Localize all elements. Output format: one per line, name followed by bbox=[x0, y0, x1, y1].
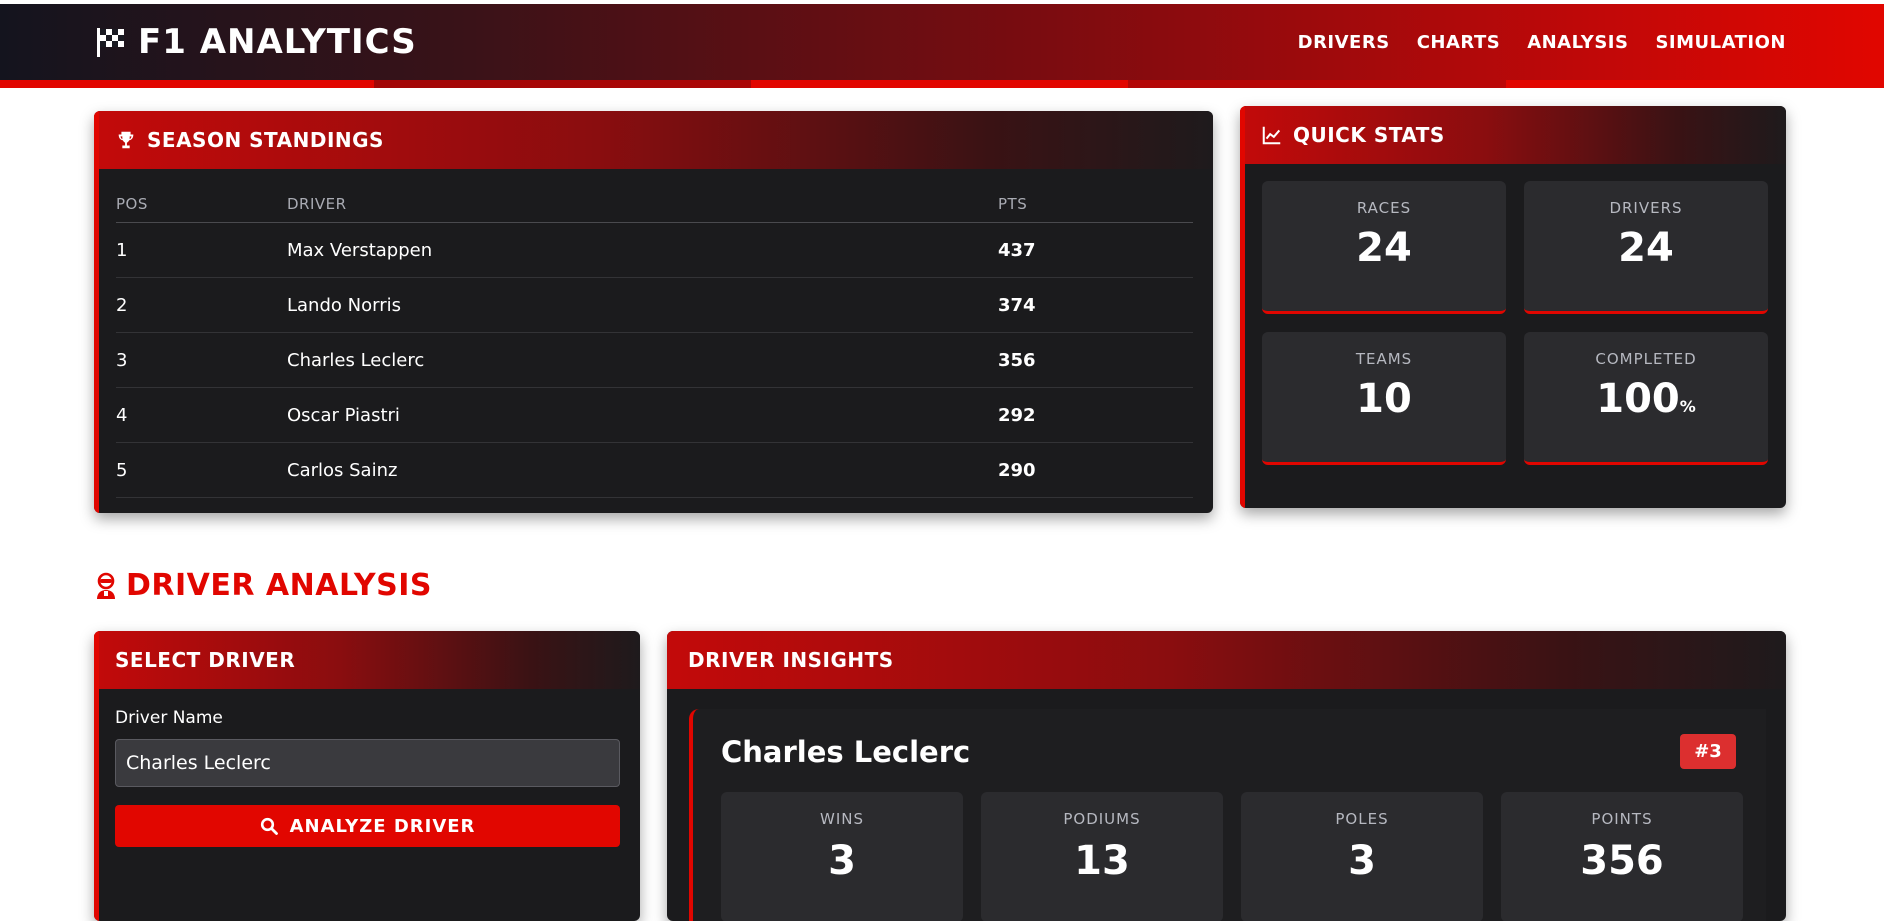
row-driver: Max Verstappen bbox=[287, 239, 433, 261]
row-pos: 1 bbox=[116, 239, 128, 261]
row-driver: Charles Leclerc bbox=[287, 349, 425, 371]
stat-label: POLES bbox=[1335, 810, 1389, 828]
driver-insights-title: DRIVER INSIGHTS bbox=[688, 648, 894, 672]
nav-link-drivers[interactable]: DRIVERS bbox=[1298, 32, 1390, 53]
stat-value: 24 bbox=[1356, 225, 1412, 271]
table-row[interactable]: 2 Lando Norris 374 bbox=[116, 278, 1193, 333]
stat-value: 3 bbox=[1348, 838, 1376, 884]
driver-position-badge: #3 bbox=[1680, 734, 1736, 769]
row-pts: 437 bbox=[998, 239, 1036, 261]
stat-tile-drivers: DRIVERS 24 bbox=[1524, 181, 1768, 314]
stat-unit: % bbox=[1679, 397, 1696, 416]
stat-tile-teams: TEAMS 10 bbox=[1262, 332, 1506, 465]
section-title: DRIVER ANALYSIS bbox=[126, 568, 433, 603]
standings-header: SEASON STANDINGS bbox=[94, 111, 1213, 169]
stat-label: RACES bbox=[1356, 199, 1412, 217]
stat-label: WINS bbox=[820, 810, 864, 828]
driver-helmet-icon bbox=[97, 572, 115, 599]
quick-stats-grid: RACES 24 DRIVERS 24 TEAMS 10 COMPLETED 1… bbox=[1262, 181, 1768, 465]
trophy-icon bbox=[118, 131, 134, 149]
quick-stats-title: QUICK STATS bbox=[1293, 123, 1445, 147]
brand[interactable]: F1 ANALYTICS bbox=[94, 22, 417, 62]
stat-value: 356 bbox=[1580, 838, 1664, 884]
analyze-driver-label: ANALYZE DRIVER bbox=[289, 815, 476, 837]
top-navbar: F1 ANALYTICS DRIVERS CHARTS ANALYSIS SIM… bbox=[0, 4, 1884, 88]
driver-name-input[interactable] bbox=[115, 739, 620, 787]
stat-tile-completed: COMPLETED 100% bbox=[1524, 332, 1768, 465]
row-pts: 290 bbox=[998, 459, 1036, 481]
stat-value: 10 bbox=[1356, 376, 1412, 422]
quick-stats-card: QUICK STATS RACES 24 DRIVERS 24 TEAMS 10… bbox=[1240, 106, 1786, 508]
row-driver: Oscar Piastri bbox=[287, 404, 400, 426]
nav-link-analysis[interactable]: ANALYSIS bbox=[1527, 32, 1628, 53]
nav-links: DRIVERS CHARTS ANALYSIS SIMULATION bbox=[1298, 32, 1786, 53]
driver-insights-card: DRIVER INSIGHTS Charles Leclerc #3 WINS … bbox=[667, 631, 1786, 921]
select-driver-card: SELECT DRIVER Driver Name ANALYZE DRIVER bbox=[94, 631, 640, 921]
row-driver: Lando Norris bbox=[287, 294, 401, 316]
driver-stat-wins: WINS 3 bbox=[721, 792, 963, 921]
stat-tile-races: RACES 24 bbox=[1262, 181, 1506, 314]
table-row[interactable]: 1 Max Verstappen 437 bbox=[116, 223, 1193, 278]
driver-name: Charles Leclerc bbox=[721, 735, 971, 769]
column-header-driver: DRIVER bbox=[287, 194, 347, 213]
season-standings-card: SEASON STANDINGS POS DRIVER PTS 1 Max Ve… bbox=[94, 111, 1213, 513]
driver-stat-podiums: PODIUMS 13 bbox=[981, 792, 1223, 921]
search-icon bbox=[260, 817, 278, 835]
row-pts: 292 bbox=[998, 404, 1036, 426]
table-row[interactable]: 3 Charles Leclerc 356 bbox=[116, 333, 1193, 388]
row-pts: 374 bbox=[998, 294, 1036, 316]
driver-stat-points: POINTS 356 bbox=[1501, 792, 1743, 921]
driver-analysis-heading: DRIVER ANALYSIS bbox=[94, 568, 432, 603]
stat-label: COMPLETED bbox=[1595, 350, 1697, 368]
quick-stats-header: QUICK STATS bbox=[1240, 106, 1786, 164]
stat-value: 3 bbox=[828, 838, 856, 884]
checkered-flag-icon bbox=[97, 28, 124, 57]
nav-accent-stripe bbox=[0, 80, 1884, 88]
select-driver-title: SELECT DRIVER bbox=[115, 648, 296, 672]
stat-label: TEAMS bbox=[1355, 350, 1413, 368]
table-header: POS DRIVER PTS bbox=[116, 185, 1193, 223]
stat-value: 13 bbox=[1074, 838, 1130, 884]
analyze-driver-button[interactable]: ANALYZE DRIVER bbox=[115, 805, 620, 847]
brand-title: F1 ANALYTICS bbox=[138, 22, 417, 62]
standings-title: SEASON STANDINGS bbox=[147, 128, 384, 152]
row-pos: 3 bbox=[116, 349, 128, 371]
row-pos: 2 bbox=[116, 294, 128, 316]
stat-value-row: 100% bbox=[1596, 376, 1696, 422]
stat-label: DRIVERS bbox=[1609, 199, 1683, 217]
row-driver: Carlos Sainz bbox=[287, 459, 398, 481]
stat-value: 100 bbox=[1596, 376, 1680, 422]
line-chart-icon bbox=[1262, 126, 1281, 145]
select-driver-header: SELECT DRIVER bbox=[94, 631, 640, 689]
column-header-pos: POS bbox=[116, 194, 148, 213]
table-row[interactable]: 5 Carlos Sainz 290 bbox=[116, 443, 1193, 498]
nav-link-charts[interactable]: CHARTS bbox=[1417, 32, 1501, 53]
standings-table: POS DRIVER PTS 1 Max Verstappen 437 2 La… bbox=[116, 185, 1193, 498]
driver-name-label: Driver Name bbox=[115, 708, 223, 728]
nav-link-simulation[interactable]: SIMULATION bbox=[1655, 32, 1786, 53]
row-pos: 4 bbox=[116, 404, 128, 426]
stat-label: PODIUMS bbox=[1063, 810, 1141, 828]
driver-stats-grid: WINS 3 PODIUMS 13 POLES 3 POINTS 356 bbox=[721, 792, 1743, 921]
driver-stat-poles: POLES 3 bbox=[1241, 792, 1483, 921]
driver-profile-panel: Charles Leclerc #3 WINS 3 PODIUMS 13 POL… bbox=[689, 709, 1766, 921]
row-pos: 5 bbox=[116, 459, 128, 481]
row-pts: 356 bbox=[998, 349, 1036, 371]
stat-value: 24 bbox=[1618, 225, 1674, 271]
driver-insights-header: DRIVER INSIGHTS bbox=[667, 631, 1786, 689]
stat-label: POINTS bbox=[1591, 810, 1653, 828]
table-row[interactable]: 4 Oscar Piastri 292 bbox=[116, 388, 1193, 443]
column-header-pts: PTS bbox=[998, 194, 1028, 213]
